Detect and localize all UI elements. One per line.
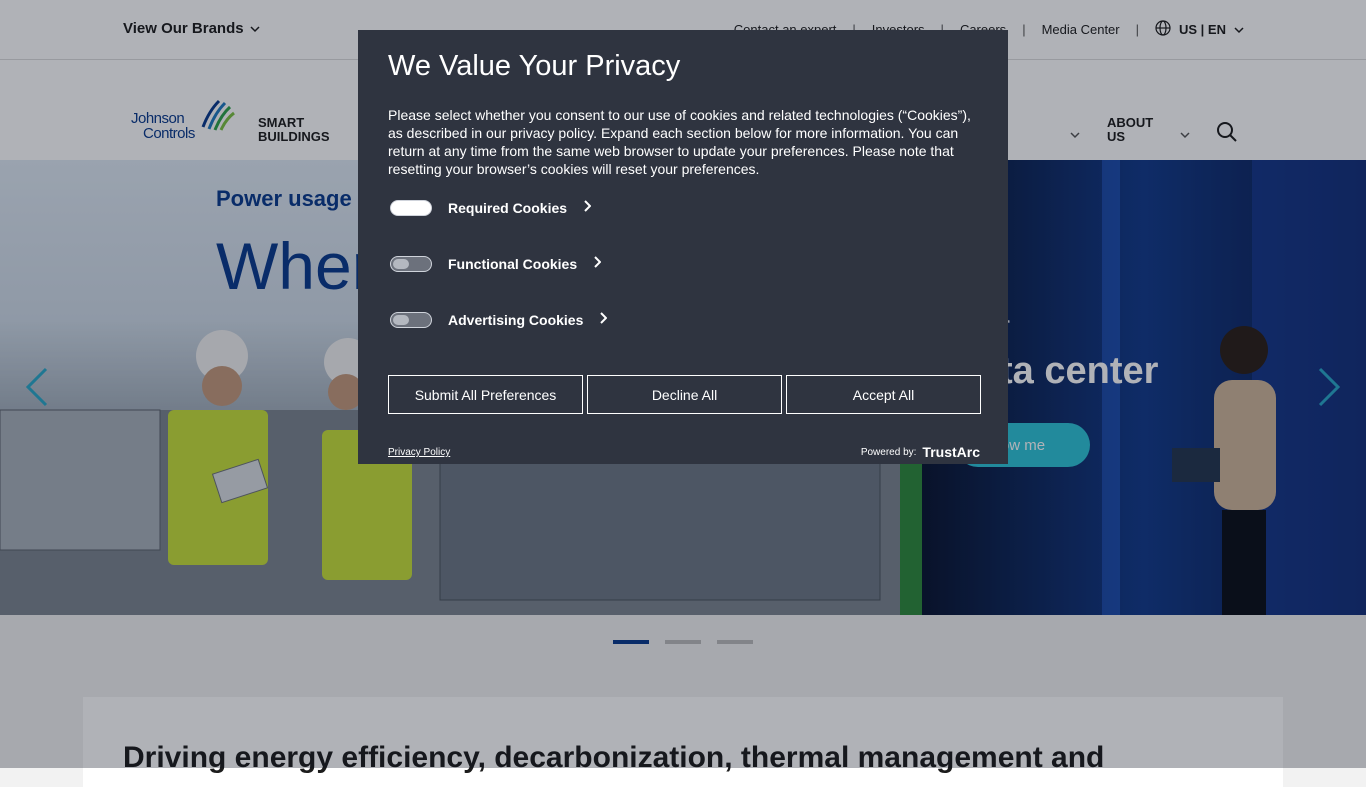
privacy-consent-modal: We Value Your Privacy Please select whet… xyxy=(358,30,1008,464)
category-required-cookies[interactable]: Required Cookies xyxy=(390,199,592,217)
trustarc-logo[interactable]: TrustArc xyxy=(922,444,980,460)
required-cookies-label: Required Cookies xyxy=(448,200,568,216)
advertising-cookies-toggle[interactable] xyxy=(390,312,432,328)
toggle-knob xyxy=(393,259,409,269)
submit-all-preferences-button[interactable]: Submit All Preferences xyxy=(388,375,583,414)
powered-by-label: Powered by: xyxy=(860,446,917,458)
functional-cookies-label: Functional Cookies xyxy=(448,256,578,272)
accept-all-button[interactable]: Accept All xyxy=(786,375,981,414)
powered-by: Powered by: TrustArc xyxy=(861,444,980,460)
privacy-policy-link[interactable]: Privacy Policy xyxy=(388,447,450,458)
category-advertising-cookies[interactable]: Advertising Cookies xyxy=(390,311,608,329)
decline-all-button[interactable]: Decline All xyxy=(587,375,782,414)
chevron-right-icon xyxy=(583,199,592,217)
chevron-right-icon xyxy=(599,311,608,329)
required-cookies-toggle[interactable] xyxy=(390,200,432,216)
toggle-knob xyxy=(393,315,409,325)
chevron-right-icon xyxy=(593,255,602,273)
functional-cookies-toggle[interactable] xyxy=(390,256,432,272)
modal-description: Please select whether you consent to our… xyxy=(388,107,971,177)
modal-title: We Value Your Privacy xyxy=(388,50,681,82)
category-functional-cookies[interactable]: Functional Cookies xyxy=(390,255,602,273)
modal-actions: Submit All Preferences Decline All Accep… xyxy=(388,375,981,414)
advertising-cookies-label: Advertising Cookies xyxy=(448,312,584,328)
